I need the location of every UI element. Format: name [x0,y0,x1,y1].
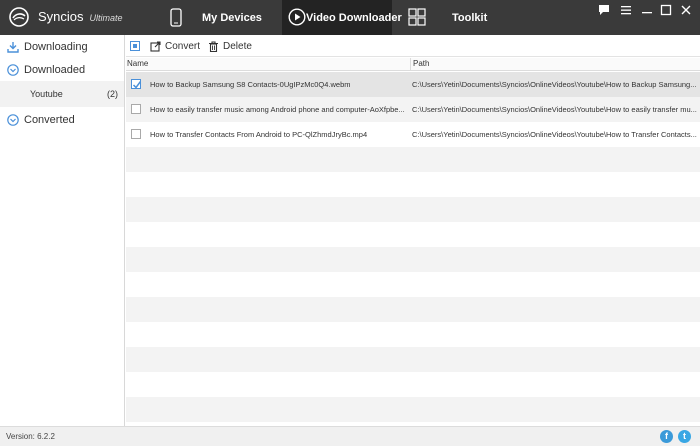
sidebar-item-youtube[interactable]: Youtube (2) [0,81,124,107]
tab-toolkit-label: Toolkit [452,12,488,24]
status-bar: Version: 6.2.2 f t [0,426,700,446]
tab-my-devices-label: My Devices [202,12,262,24]
download-icon [7,42,19,53]
row-checkbox[interactable] [131,129,141,139]
table-header: Name Path [126,58,700,71]
empty-row [126,247,700,272]
empty-row [126,147,700,172]
trash-icon [209,40,218,52]
video-list: How to Backup Samsung S8 Contacts-0UgIPz… [126,72,700,426]
play-circle-icon [288,8,306,26]
empty-row [126,397,700,422]
sidebar-item-youtube-count: (2) [107,89,118,99]
chevron-down-circle-icon [7,64,19,76]
row-checkbox[interactable] [131,79,142,89]
table-row[interactable]: How to easily transfer music among Andro… [126,97,700,122]
menu-icon[interactable] [619,4,633,18]
tab-my-devices[interactable]: My Devices [160,0,270,35]
column-divider[interactable] [410,58,411,71]
empty-row [126,322,700,347]
empty-row [126,197,700,222]
convert-button-label: Convert [165,40,201,52]
chevron-down-circle-icon [7,114,19,126]
row-name: How to Backup Samsung S8 Contacts-0UgIPz… [150,80,351,89]
empty-row [126,172,700,197]
twitter-icon[interactable]: t [678,430,691,443]
row-checkbox[interactable] [131,104,141,114]
row-path: C:\Users\Yetin\Documents\Syncios\OnlineV… [412,105,697,114]
convert-icon [150,40,161,52]
tab-toolkit[interactable]: Toolkit [400,0,500,35]
row-name: How to easily transfer music among Andro… [150,105,405,114]
empty-row [126,297,700,322]
delete-button[interactable]: Delete [208,39,252,53]
sidebar-item-youtube-label: Youtube [30,89,63,99]
row-path: C:\Users\Yetin\Documents\Syncios\OnlineV… [412,130,697,139]
sidebar-item-downloaded-label: Downloaded [24,64,86,76]
sidebar-item-converted[interactable]: Converted [0,109,124,131]
app-name: Syncios [38,9,84,24]
checkmark-icon [132,81,142,89]
column-header-name[interactable]: Name [127,59,148,68]
minimize-icon[interactable] [640,4,654,18]
sidebar: Downloading Downloaded Youtube (2) Conve… [0,35,125,426]
version-label: Version: 6.2.2 [6,432,55,441]
tab-video-downloader-label: Video Downloader [306,12,402,24]
syncios-logo-icon [9,7,29,27]
title-bar: Syncios Ultimate My Devices Video Downloa… [0,0,700,35]
empty-row [126,222,700,247]
delete-button-label: Delete [223,40,252,52]
sidebar-item-downloaded[interactable]: Downloaded [0,59,124,81]
facebook-icon[interactable]: f [660,430,673,443]
row-path: C:\Users\Yetin\Documents\Syncios\OnlineV… [412,80,697,89]
sidebar-item-converted-label: Converted [24,114,75,126]
toolbar: Convert Delete [126,35,700,57]
table-row[interactable]: How to Backup Samsung S8 Contacts-0UgIPz… [126,72,700,97]
phone-icon [170,8,182,27]
empty-row [126,272,700,297]
app-brand: Syncios Ultimate [38,9,123,24]
sidebar-item-downloading[interactable]: Downloading [0,36,124,58]
empty-row [126,372,700,397]
convert-button[interactable]: Convert [150,39,200,53]
empty-row [126,347,700,372]
maximize-icon[interactable] [659,4,673,18]
table-row[interactable]: How to Transfer Contacts From Android to… [126,122,700,147]
app-edition: Ultimate [89,13,123,23]
close-icon[interactable] [679,4,693,18]
tab-video-downloader[interactable]: Video Downloader [282,0,402,35]
row-name: How to Transfer Contacts From Android to… [150,130,368,139]
column-header-path[interactable]: Path [413,59,429,68]
grid-icon [408,8,426,26]
sidebar-item-downloading-label: Downloading [24,41,88,53]
select-all-checkbox[interactable] [130,41,140,51]
feedback-icon[interactable] [597,4,611,18]
